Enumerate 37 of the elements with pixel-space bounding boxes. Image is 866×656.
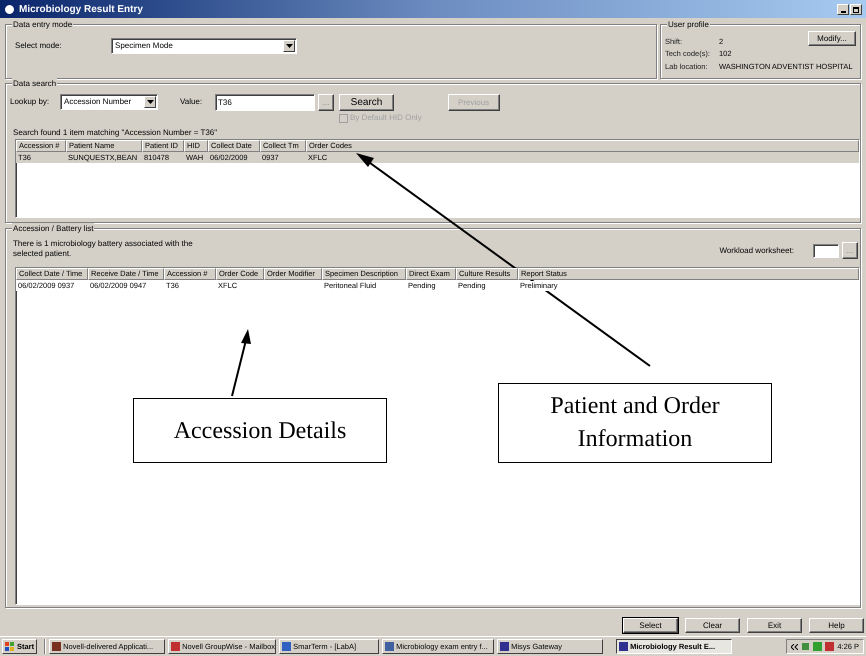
- windows-logo-icon: [5, 642, 15, 652]
- app-icon: [619, 642, 628, 651]
- search-button[interactable]: Search: [339, 94, 394, 111]
- search-result-message: Search found 1 item matching "Accession Number = T36": [13, 127, 218, 139]
- field-label: Value:: [180, 96, 204, 108]
- action-button[interactable]: Exit: [747, 618, 802, 633]
- workload-field[interactable]: [813, 244, 839, 258]
- restore-button[interactable]: [850, 4, 862, 14]
- field-label: Select mode:: [15, 40, 63, 52]
- group-label: Accession / Battery list: [12, 223, 94, 234]
- dropdown[interactable]: Accession Number: [60, 94, 158, 110]
- dropdown-value: Accession Number: [64, 96, 132, 108]
- field-label: Lookup by:: [10, 96, 50, 108]
- field-label: Workload worksheet:: [719, 244, 794, 256]
- callout-box: Accession Details: [133, 398, 387, 463]
- dropdown[interactable]: Specimen Mode: [111, 38, 297, 54]
- action-button[interactable]: Clear: [685, 618, 740, 633]
- battery-message: There is 1 microbiology battery associated with the selected patient.: [13, 239, 194, 259]
- callout-box: Patient and Order Information: [498, 383, 772, 463]
- action-button[interactable]: Select: [623, 618, 678, 633]
- app-icon: [282, 642, 292, 651]
- group-label: User profile: [667, 19, 710, 30]
- group-label: Data entry mode: [12, 19, 74, 30]
- action-button[interactable]: Help: [809, 618, 864, 633]
- app-icon: [500, 642, 510, 651]
- app-icon: [385, 642, 394, 651]
- app-icon: [171, 642, 180, 651]
- minimize-button[interactable]: [837, 4, 849, 14]
- app-icon: [4, 4, 15, 14]
- arrow: [231, 329, 251, 396]
- value-field[interactable]: T36: [215, 94, 315, 111]
- chevron-icon[interactable]: [791, 644, 798, 650]
- window-title: Microbiology Result Entry: [19, 2, 143, 16]
- dropdown-value: Specimen Mode: [115, 40, 173, 52]
- modify-button[interactable]: Modify...: [808, 31, 856, 46]
- group-label: Data search: [12, 78, 58, 89]
- app-icon: [52, 642, 62, 651]
